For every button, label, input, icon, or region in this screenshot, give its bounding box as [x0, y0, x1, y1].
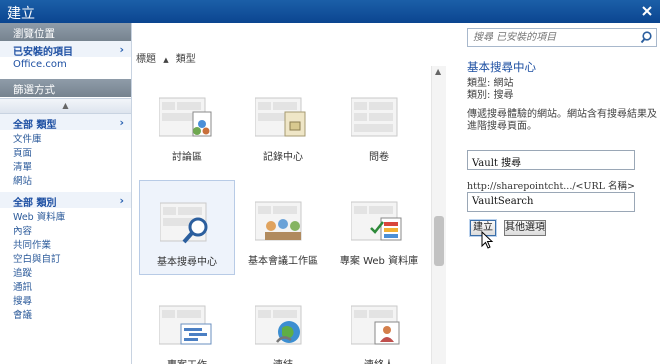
survey-icon [351, 97, 398, 137]
nav-all-categories-label: 全部 類別 [13, 198, 57, 209]
nav-type-item[interactable]: 網站 [0, 172, 131, 187]
template-tile[interactable]: 問卷 [331, 76, 427, 171]
basic-meeting-workspace-icon [255, 201, 302, 241]
close-icon[interactable] [640, 4, 654, 18]
search-icon[interactable] [640, 31, 653, 44]
template-label: 基本會議工作區 [248, 256, 318, 267]
url-label: http://sharepointcht.../<URL 名稱> [467, 181, 635, 192]
browse-header: 瀏覽位置 [0, 23, 131, 41]
template-tile[interactable]: 記錄中心 [235, 76, 331, 171]
template-label: 連絡人 [331, 356, 427, 364]
nav-category-item[interactable]: 追蹤 [0, 264, 131, 279]
sort-bar: 標題 ▲ 類型 [136, 50, 200, 65]
scroll-up-arrow-icon[interactable]: ▲ [435, 67, 441, 76]
template-category: 類別: 搜尋 [467, 90, 514, 101]
template-tile[interactable]: 連絡人 [331, 284, 427, 364]
nav-category-item[interactable]: 共同作業 [0, 236, 131, 251]
detail-pane: 基本搜尋中心 類型: 網站 類別: 搜尋 傳遞搜尋體驗的網站。網站含有搜尋結果及… [446, 23, 660, 364]
nav-installed-items[interactable]: 已安裝的項目 › [0, 41, 131, 58]
template-tile[interactable]: 基本會議工作區 [235, 180, 331, 275]
template-label: 記錄中心 [263, 152, 303, 163]
search-box [467, 28, 657, 47]
template-label: 問卷 [369, 152, 389, 163]
discussion-board-icon [159, 97, 212, 137]
links-icon [255, 305, 302, 345]
chevron-right-icon: › [119, 116, 124, 129]
nav-category-item[interactable]: 會議 [0, 306, 131, 321]
mouse-cursor-icon [481, 231, 494, 249]
template-tile[interactable]: 連結 [235, 284, 331, 364]
sort-ascending-icon: ▲ [163, 56, 169, 64]
scroll-up-button[interactable]: ▲ [0, 98, 131, 114]
chevron-right-icon: › [119, 43, 124, 56]
nav-type-item[interactable]: 文件庫 [0, 130, 131, 145]
nav-office-com[interactable]: Office.com [0, 57, 131, 73]
sort-by-type[interactable]: 類型 [176, 54, 196, 65]
search-input[interactable] [468, 29, 636, 46]
template-label: 專案工作 [139, 356, 235, 364]
template-tile[interactable]: 專案工作 [139, 284, 235, 364]
template-label: 討論區 [172, 152, 202, 163]
left-nav: 瀏覽位置 已安裝的項目 › Office.com 篩選方式 ▲ 全部 類型 › … [0, 23, 132, 364]
nav-category-item[interactable]: Web 資料庫 [0, 208, 131, 223]
contacts-icon [351, 305, 400, 345]
template-description: 傳遞搜尋體驗的網站。網站含有搜尋結果及進階搜尋頁面。 [467, 109, 657, 132]
chevron-right-icon: › [119, 194, 124, 207]
url-name-field[interactable]: VaultSearch [467, 192, 635, 212]
window-title: 建立 [7, 6, 35, 22]
scrollbar-thumb[interactable] [434, 216, 444, 266]
window-titlebar: 建立 [0, 0, 660, 23]
site-name-field[interactable]: Vault 搜尋 [467, 150, 635, 170]
project-tasks-icon [159, 305, 212, 345]
template-label: 連結 [235, 356, 331, 364]
nav-all-types-label: 全部 類型 [13, 120, 57, 131]
nav-category-item[interactable]: 空白與自訂 [0, 250, 131, 265]
template-type: 類型: 網站 [467, 78, 514, 89]
gallery-scrollbar[interactable]: ▲ [431, 66, 446, 364]
records-center-icon [255, 97, 306, 137]
template-title: 基本搜尋中心 [467, 60, 536, 74]
nav-category-item[interactable]: 搜尋 [0, 292, 131, 307]
filter-header: 篩選方式 [0, 79, 131, 97]
nav-office-label: Office.com [13, 59, 67, 70]
template-meta: 類型: 網站 類別: 搜尋 [467, 78, 514, 102]
basic-search-center-icon [160, 202, 208, 244]
nav-all-types[interactable]: 全部 類型 › [0, 114, 131, 131]
template-tile[interactable]: 專案 Web 資料庫 [331, 180, 427, 275]
nav-type-item[interactable]: 頁面 [0, 144, 131, 159]
template-label: 專案 Web 資料庫 [339, 256, 419, 267]
nav-type-item[interactable]: 清單 [0, 158, 131, 173]
template-label: 基本搜尋中心 [157, 257, 217, 268]
template-tile[interactable]: 討論區 [139, 76, 235, 171]
more-options-button[interactable]: 其他選項 [504, 220, 546, 236]
nav-category-item[interactable]: 通訊 [0, 278, 131, 293]
nav-category-item[interactable]: 內容 [0, 222, 131, 237]
nav-all-categories[interactable]: 全部 類別 › [0, 192, 131, 209]
projects-web-database-icon [351, 201, 402, 241]
template-gallery: 討論區 記錄中心 問卷 基本搜尋中心 基本會議工作區 專案 Web 資料庫 [133, 66, 429, 364]
template-tile-selected[interactable]: 基本搜尋中心 [139, 180, 235, 275]
sort-by-title[interactable]: 標題 [136, 54, 156, 65]
